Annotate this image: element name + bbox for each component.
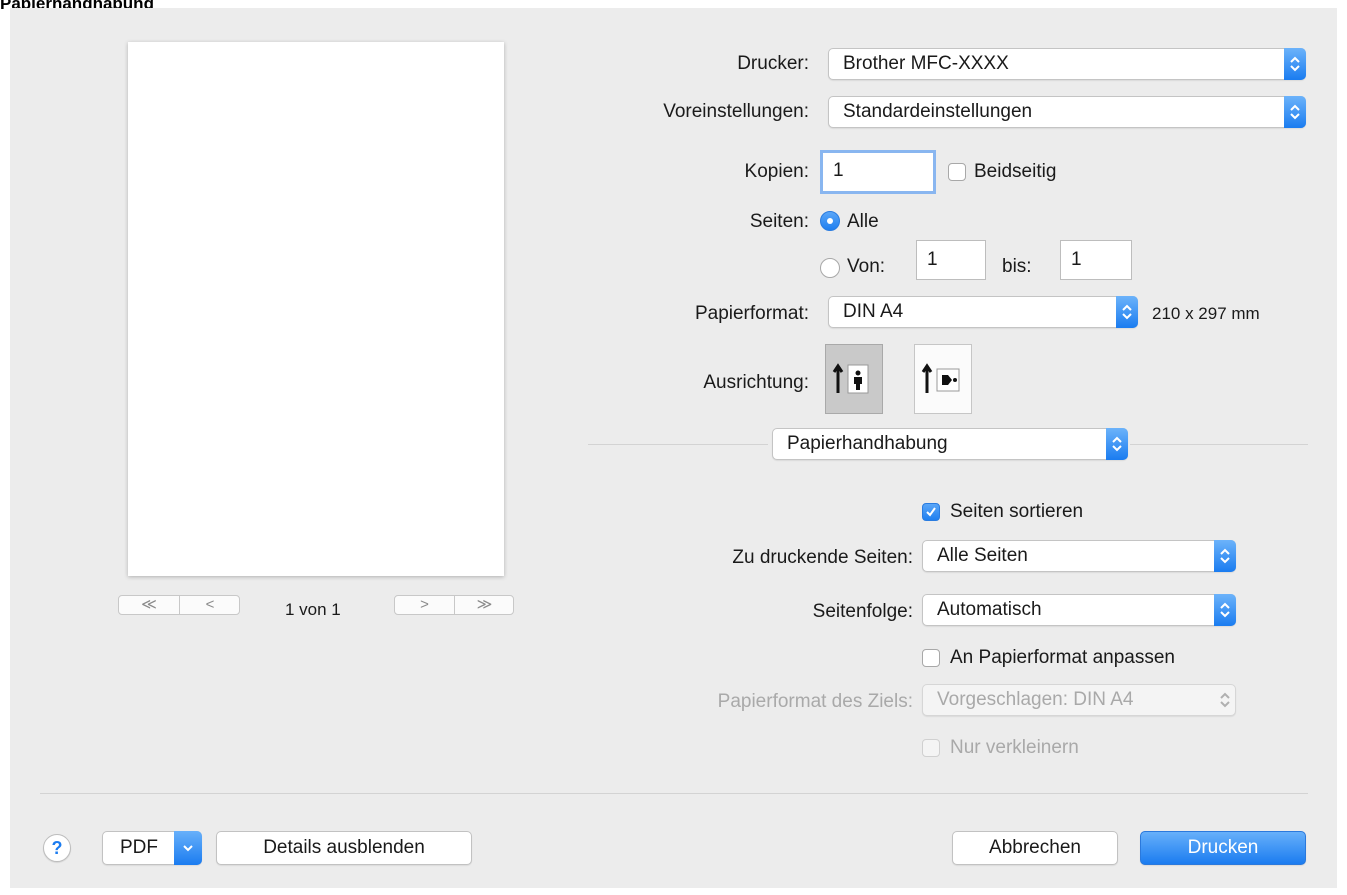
page-indicator: 1 von 1 <box>285 600 341 619</box>
first-page-button[interactable]: ≪ <box>119 596 179 614</box>
pages-to-print-value: Alle Seiten <box>937 545 1028 566</box>
cancel-button[interactable]: Abbrechen <box>952 831 1118 865</box>
presets-label: Voreinstellungen: <box>663 101 809 122</box>
print-dialog: ≪ < 1 von 1 > ≫ Drucker: Brother MFC-XXX… <box>10 8 1337 888</box>
preview-forward-nav: > ≫ <box>394 595 514 615</box>
destination-size-value: Vorgeschlagen: DIN A4 <box>937 689 1134 710</box>
presets-value: Standardeinstellungen <box>843 101 1033 122</box>
paper-size-popup[interactable]: DIN A4 <box>828 296 1138 328</box>
duplex-label: Beidseitig <box>974 161 1057 182</box>
pages-from-label: Von: <box>847 256 886 277</box>
pages-to-print-popup[interactable]: Alle Seiten <box>922 540 1236 572</box>
scale-to-fit-checkbox[interactable] <box>922 649 940 667</box>
scale-down-only-label: Nur verkleinern <box>950 737 1079 758</box>
preview-back-nav: ≪ < <box>118 595 240 615</box>
chevron-updown-icon <box>1116 296 1138 328</box>
paper-dimensions: 210 x 297 mm <box>1152 304 1260 323</box>
previous-page-button[interactable]: < <box>180 596 240 614</box>
page-order-label: Seitenfolge: <box>812 601 913 622</box>
portrait-orientation-button[interactable] <box>825 344 883 414</box>
pdf-menu-chevron-icon[interactable] <box>174 831 202 865</box>
page-order-value: Automatisch <box>937 599 1042 620</box>
pages-all-label: Alle <box>847 211 879 232</box>
chevron-updown-icon <box>1106 428 1128 460</box>
scale-down-only-checkbox[interactable] <box>922 739 940 757</box>
presets-popup[interactable]: Standardeinstellungen <box>828 96 1306 128</box>
chevron-updown-icon <box>1214 684 1236 716</box>
footer-separator <box>40 793 1308 794</box>
portrait-orientation-icon <box>832 363 869 394</box>
print-button[interactable]: Drucken <box>1140 831 1306 865</box>
hide-details-button[interactable]: Details ausblenden <box>216 831 472 865</box>
destination-size-popup[interactable]: Vorgeschlagen: DIN A4 <box>922 684 1236 716</box>
chevron-updown-icon <box>1284 96 1306 128</box>
pages-to-label: bis: <box>1002 256 1032 277</box>
section-separator-left <box>588 444 768 445</box>
last-page-button[interactable]: ≫ <box>455 596 514 614</box>
checkmark-icon <box>926 507 936 517</box>
collate-label: Seiten sortieren <box>950 501 1084 522</box>
copies-label: Kopien: <box>744 161 809 182</box>
landscape-orientation-button[interactable] <box>914 344 972 414</box>
section-popup-value: Papierhandhabung <box>787 433 948 454</box>
chevron-updown-icon <box>1214 594 1236 626</box>
help-icon: ? <box>51 838 63 858</box>
orientation-label: Ausrichtung: <box>703 372 809 393</box>
printer-value: Brother MFC-XXXX <box>843 53 1009 74</box>
chevron-updown-icon <box>1284 48 1306 80</box>
section-popup[interactable]: Papierhandhabung <box>772 428 1128 460</box>
copies-field[interactable]: 1 <box>820 150 936 194</box>
chevron-updown-icon <box>1214 540 1236 572</box>
page-preview <box>128 42 504 576</box>
pages-range-radio[interactable] <box>820 258 840 278</box>
next-page-button[interactable]: > <box>395 596 454 614</box>
printer-popup[interactable]: Brother MFC-XXXX <box>828 48 1306 80</box>
pages-from-field[interactable]: 1 <box>916 240 986 280</box>
pages-to-print-label: Zu druckende Seiten: <box>732 547 913 568</box>
duplex-checkbox[interactable] <box>948 163 966 181</box>
pages-to-field[interactable]: 1 <box>1060 240 1132 280</box>
scale-to-fit-label: An Papierformat anpassen <box>950 647 1175 668</box>
printer-label: Drucker: <box>737 53 809 74</box>
paper-size-value: DIN A4 <box>843 301 904 322</box>
landscape-orientation-icon <box>921 363 960 393</box>
page-order-popup[interactable]: Automatisch <box>922 594 1236 626</box>
pages-label: Seiten: <box>749 211 809 232</box>
help-button[interactable]: ? <box>43 834 71 862</box>
section-separator-right <box>1130 444 1308 445</box>
pdf-button[interactable]: PDF <box>102 831 202 865</box>
paper-size-label: Papierformat: <box>694 303 809 324</box>
collate-checkbox[interactable] <box>922 503 940 521</box>
pages-all-radio[interactable] <box>820 211 840 231</box>
destination-size-label: Papierformat des Ziels: <box>717 691 913 712</box>
